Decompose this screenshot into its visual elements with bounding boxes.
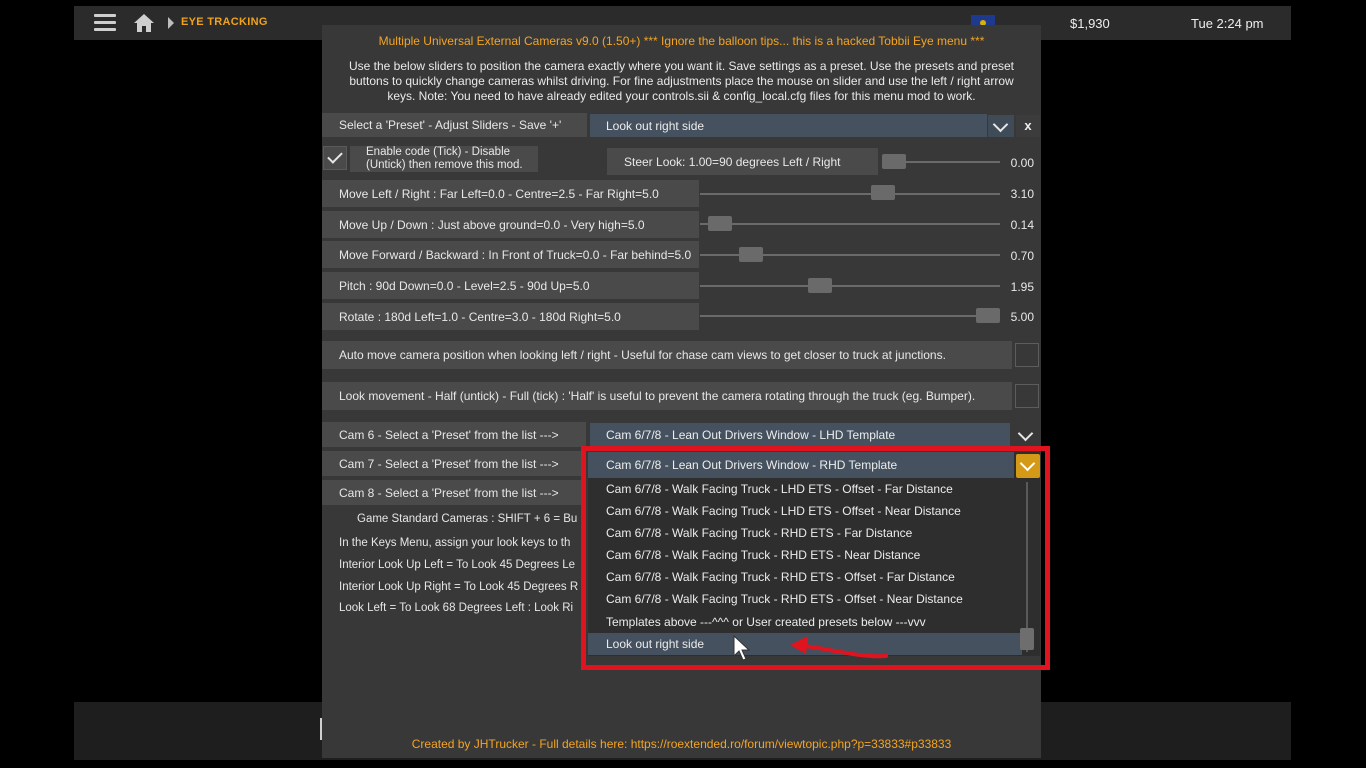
info-line-look-left: Look Left = To Look 68 Degrees Left : Lo… bbox=[339, 602, 574, 614]
dropdown-option[interactable]: Cam 6/7/8 - Walk Facing Truck - LHD ETS … bbox=[588, 500, 1022, 522]
info-line-standard-cameras: Game Standard Cameras : SHIFT + 6 = Bu bbox=[357, 513, 578, 525]
chevron-down-icon bbox=[1019, 455, 1036, 472]
pitch-label: Pitch : 90d Down=0.0 - Level=2.5 - 90d U… bbox=[322, 272, 699, 299]
preset-dropdown-button[interactable] bbox=[988, 115, 1014, 137]
auto-move-checkbox[interactable] bbox=[1015, 343, 1039, 367]
home-icon[interactable] bbox=[133, 13, 155, 33]
move-left-right-label: Move Left / Right : Far Left=0.0 - Centr… bbox=[322, 180, 699, 207]
menu-icon[interactable] bbox=[94, 14, 116, 32]
enable-checkbox[interactable] bbox=[323, 146, 347, 170]
pitch-slider[interactable] bbox=[807, 278, 832, 293]
info-line-keys-menu: In the Keys Menu, assign your look keys … bbox=[339, 537, 571, 549]
chevron-down-icon bbox=[1017, 425, 1034, 442]
info-line-look-up-left: Interior Look Up Left = To Look 45 Degre… bbox=[339, 559, 576, 571]
rotate-label: Rotate : 180d Left=1.0 - Centre=3.0 - 18… bbox=[322, 303, 699, 330]
breadcrumb[interactable]: EYE TRACKING bbox=[181, 16, 268, 28]
cam8-label: Cam 8 - Select a 'Preset' from the list … bbox=[322, 480, 586, 505]
dropdown-option[interactable]: Cam 6/7/8 - Walk Facing Truck - RHD ETS … bbox=[588, 522, 1022, 544]
move-up-down-slider[interactable] bbox=[707, 216, 732, 231]
close-button[interactable]: x bbox=[1016, 115, 1040, 137]
dropdown-scrollbar-track[interactable] bbox=[1026, 482, 1028, 652]
preset-dropdown[interactable]: Look out right side bbox=[590, 114, 987, 137]
cam6-dropdown[interactable]: Cam 6/7/8 - Lean Out Drivers Window - LH… bbox=[590, 423, 1010, 447]
cam6-dropdown-button[interactable] bbox=[1014, 424, 1038, 446]
move-forward-backward-label: Move Forward / Backward : In Front of Tr… bbox=[322, 241, 699, 268]
dropdown-option[interactable]: Cam 6/7/8 - Walk Facing Truck - RHD ETS … bbox=[588, 588, 1022, 610]
dropdown-option[interactable]: Templates above ---^^^ or User created p… bbox=[588, 611, 1022, 633]
clock-display: Tue 2:24 pm bbox=[1191, 16, 1264, 31]
look-movement-checkbox[interactable] bbox=[1015, 384, 1039, 408]
steer-look-label: Steer Look: 1.00=90 degrees Left / Right bbox=[607, 148, 878, 175]
footer-credits[interactable]: Created by JHTrucker - Full details here… bbox=[322, 737, 1041, 751]
panel-title: Multiple Universal External Cameras v9.0… bbox=[378, 34, 985, 48]
pitch-value: 1.95 bbox=[1010, 280, 1034, 294]
cam7-dropdown-selected[interactable]: Cam 6/7/8 - Lean Out Drivers Window - RH… bbox=[588, 452, 1014, 478]
look-movement-label: Look movement - Half (untick) - Full (ti… bbox=[322, 382, 1012, 410]
dropdown-option-highlighted[interactable]: Look out right side bbox=[588, 633, 1022, 655]
dropdown-scrollbar-thumb[interactable] bbox=[1020, 628, 1034, 650]
move-up-down-label: Move Up / Down : Just above ground=0.0 -… bbox=[322, 211, 699, 238]
auto-move-label: Auto move camera position when looking l… bbox=[322, 341, 1012, 369]
chevron-down-icon bbox=[992, 116, 1009, 133]
cam7-dropdown-list[interactable]: Cam 6/7/8 - Lean Out Drivers Window - RH… bbox=[588, 452, 1040, 656]
move-left-right-slider[interactable] bbox=[871, 185, 896, 200]
steer-look-slider[interactable] bbox=[882, 154, 906, 169]
breadcrumb-arrow-icon bbox=[168, 17, 174, 29]
steer-look-value: 0.00 bbox=[1010, 156, 1034, 170]
move-up-down-value: 0.14 bbox=[1010, 218, 1034, 232]
enable-label: Enable code (Tick) - Disable (Untick) th… bbox=[350, 146, 538, 172]
cam7-dropdown-button[interactable] bbox=[1016, 454, 1040, 478]
move-up-down-track bbox=[700, 223, 1000, 225]
cam7-label: Cam 7 - Select a 'Preset' from the list … bbox=[322, 451, 586, 476]
cam6-label: Cam 6 - Select a 'Preset' from the list … bbox=[322, 422, 586, 447]
move-left-right-value: 3.10 bbox=[1010, 187, 1034, 201]
move-forward-backward-slider[interactable] bbox=[738, 247, 763, 262]
move-left-right-track bbox=[700, 193, 1000, 195]
preset-label: Select a 'Preset' - Adjust Sliders - Sav… bbox=[322, 113, 587, 137]
move-forward-backward-value: 0.70 bbox=[1010, 249, 1034, 263]
money-display: $1,930 bbox=[1070, 16, 1110, 31]
rotate-track bbox=[700, 315, 1000, 317]
pitch-track bbox=[700, 285, 1000, 287]
dropdown-option[interactable]: Cam 6/7/8 - Walk Facing Truck - LHD ETS … bbox=[588, 478, 1022, 500]
rotate-value: 5.00 bbox=[1010, 310, 1034, 324]
panel-intro: Use the below sliders to position the ca… bbox=[348, 59, 1014, 103]
dropdown-option[interactable]: Cam 6/7/8 - Walk Facing Truck - RHD ETS … bbox=[588, 544, 1022, 566]
info-line-look-up-right: Interior Look Up Right = To Look 45 Degr… bbox=[339, 581, 579, 593]
dropdown-option[interactable]: Cam 6/7/8 - Walk Facing Truck - RHD ETS … bbox=[588, 566, 1022, 588]
